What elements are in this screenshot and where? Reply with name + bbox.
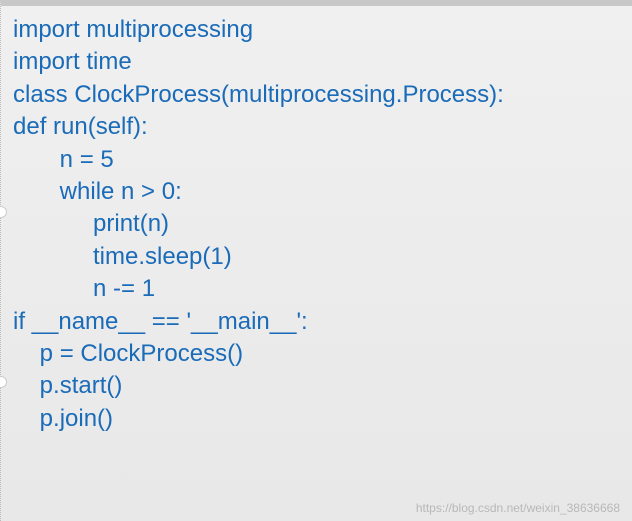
code-line: p.join() (13, 403, 620, 435)
gutter-marker (0, 206, 7, 218)
gutter-marker (0, 376, 7, 388)
code-line: p.start() (13, 370, 620, 402)
code-line: import multiprocessing (13, 14, 620, 46)
code-line: while n > 0: (13, 176, 620, 208)
code-line: time.sleep(1) (13, 241, 620, 273)
code-line: class ClockProcess(multiprocessing.Proce… (13, 79, 620, 111)
code-line: n = 5 (13, 144, 620, 176)
code-line: n -= 1 (13, 273, 620, 305)
code-line: if __name__ == '__main__': (13, 306, 620, 338)
code-line: import time (13, 46, 620, 78)
code-line: print(n) (13, 208, 620, 240)
code-block: import multiprocessing import time class… (13, 14, 620, 435)
watermark-text: https://blog.csdn.net/weixin_38636668 (416, 501, 620, 515)
code-line: def run(self): (13, 111, 620, 143)
code-line: p = ClockProcess() (13, 338, 620, 370)
